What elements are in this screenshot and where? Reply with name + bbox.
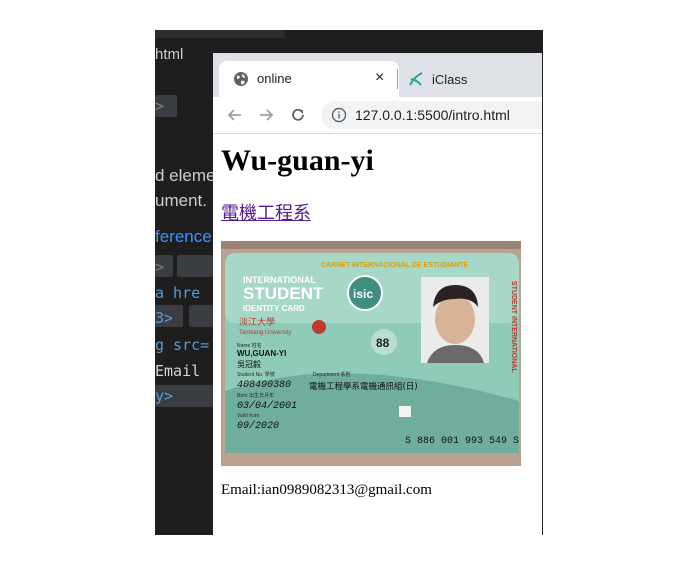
valid-label: Valid from	[237, 413, 259, 419]
tab-title: online	[257, 71, 292, 86]
editor-tag-chip	[177, 255, 213, 277]
browser-window: online × iClass 127.0.0.1:5500/intro.htm…	[213, 53, 542, 535]
editor-hover-text: d eleme	[155, 166, 216, 185]
card-identity: IDENTITY CARD	[243, 304, 305, 313]
editor-filename: html	[155, 46, 184, 63]
tab-online[interactable]: online ×	[219, 61, 399, 97]
back-arrow-icon[interactable]	[225, 105, 245, 125]
editor-code-line: g src=	[155, 336, 210, 354]
editor-code-line: Email	[155, 362, 201, 380]
university-cn: 淡江大學	[239, 316, 275, 328]
editor-reference-link[interactable]: ference	[155, 227, 212, 247]
student-id-card-image: CARNET INTERNACIONAL DE ESTUDIANTE INTER…	[221, 241, 521, 466]
editor-code-line: a hre	[155, 284, 201, 302]
unesco-logo	[399, 406, 411, 417]
reload-icon[interactable]	[288, 105, 308, 125]
iclass-icon[interactable]	[408, 71, 424, 87]
browser-toolbar: 127.0.0.1:5500/intro.html	[213, 97, 542, 134]
department-label: Department 系別	[313, 371, 351, 378]
email-text: Email:ian0989082313@gmail.com	[221, 482, 432, 498]
info-icon[interactable]	[331, 107, 347, 123]
page-content: Wu-guan-yi 電機工程系 CARNET INTERNACIONAL DE…	[213, 134, 542, 535]
editor-hover-text: ument.	[155, 191, 207, 210]
university-en: Tamkang University	[239, 330, 291, 336]
name-label: Name 姓名	[237, 342, 262, 349]
card-student: STUDENT	[243, 284, 324, 303]
department-link[interactable]: 電機工程系	[221, 199, 311, 225]
valid-value: 09/2020	[237, 420, 279, 432]
editor-code-line: y>	[155, 387, 174, 405]
department-value: 電機工程學系電機通訊組(日)	[309, 381, 418, 392]
born-label: Born 出生日月年	[237, 392, 274, 399]
card-number: S 886 001 993 549 S	[405, 436, 519, 447]
editor-code-line: >	[155, 258, 165, 276]
name-value: WU,GUAN-YI	[237, 349, 286, 358]
student-no-label: Student No. 學號	[237, 371, 275, 378]
editor-code-line: 3>	[155, 309, 174, 327]
card-side-text: STUDENT INTERNATIONAL	[510, 281, 517, 373]
address-bar[interactable]: 127.0.0.1:5500/intro.html	[321, 101, 542, 129]
editor-tab-strip	[155, 30, 285, 38]
isic-text: isic	[353, 287, 373, 301]
student-no: 408490380	[237, 380, 291, 391]
name-cn: 吳冠毅	[237, 359, 261, 369]
tab-iclass[interactable]: iClass	[432, 72, 467, 87]
page-heading: Wu-guan-yi	[221, 144, 374, 177]
editor-tag-chip	[189, 305, 213, 327]
close-tab-icon[interactable]: ×	[375, 69, 384, 87]
editor-code-line: >	[155, 97, 165, 115]
tab-bar: online × iClass	[213, 53, 542, 97]
forward-arrow-icon[interactable]	[256, 105, 276, 125]
url-text[interactable]: 127.0.0.1:5500/intro.html	[355, 107, 510, 123]
tab-divider	[397, 69, 398, 89]
born-value: 03/04/2001	[237, 400, 297, 412]
badge-number: 88	[376, 336, 390, 350]
card-header-spanish: CARNET INTERNACIONAL DE ESTUDIANTE	[321, 262, 469, 269]
university-seal	[312, 320, 326, 334]
globe-icon	[234, 72, 248, 86]
